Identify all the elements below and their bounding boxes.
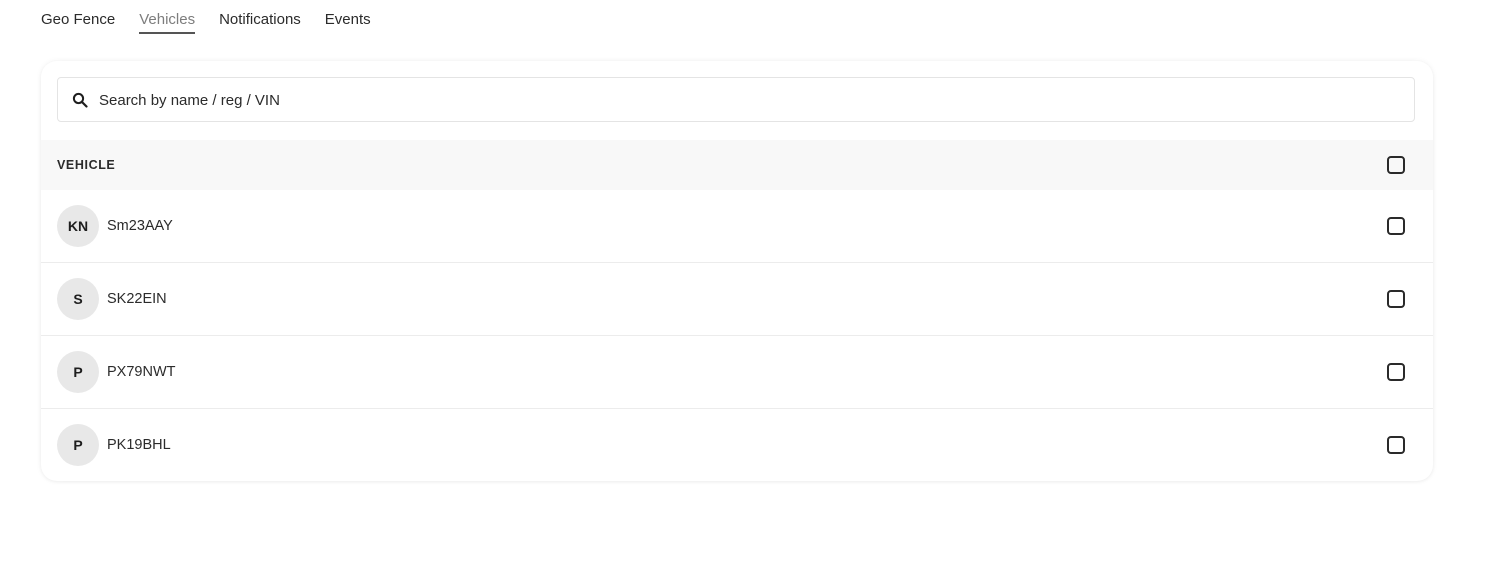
table-row[interactable]: P PX79NWT bbox=[41, 336, 1433, 409]
row-checkbox[interactable] bbox=[1387, 217, 1405, 235]
row-checkbox[interactable] bbox=[1387, 436, 1405, 454]
search-icon bbox=[71, 91, 89, 109]
tab-vehicles[interactable]: Vehicles bbox=[139, 0, 196, 34]
avatar: P bbox=[57, 424, 99, 466]
table-header: VEHICLE bbox=[41, 140, 1433, 190]
table-row[interactable]: KN Sm23AAY bbox=[41, 190, 1433, 263]
search-input[interactable] bbox=[99, 92, 1299, 109]
vehicle-name: PX79NWT bbox=[107, 364, 176, 380]
avatar: KN bbox=[57, 205, 99, 247]
vehicles-card: VEHICLE KN Sm23AAY S SK22EIN P PX79NWT P… bbox=[41, 61, 1433, 481]
table-row[interactable]: S SK22EIN bbox=[41, 263, 1433, 336]
search-box bbox=[57, 77, 1415, 122]
vehicle-column-header: VEHICLE bbox=[57, 158, 116, 172]
avatar: P bbox=[57, 351, 99, 393]
tab-notifications[interactable]: Notifications bbox=[219, 0, 301, 34]
row-checkbox[interactable] bbox=[1387, 290, 1405, 308]
tab-events[interactable]: Events bbox=[325, 0, 371, 34]
vehicle-name: SK22EIN bbox=[107, 291, 167, 307]
vehicle-name: Sm23AAY bbox=[107, 218, 173, 234]
vehicle-list: KN Sm23AAY S SK22EIN P PX79NWT P PK19BHL bbox=[41, 190, 1433, 481]
avatar: S bbox=[57, 278, 99, 320]
row-checkbox[interactable] bbox=[1387, 363, 1405, 381]
table-row[interactable]: P PK19BHL bbox=[41, 409, 1433, 481]
tab-bar: Geo Fence Vehicles Notifications Events bbox=[41, 0, 395, 44]
select-all-checkbox[interactable] bbox=[1387, 156, 1405, 174]
tab-geo-fence[interactable]: Geo Fence bbox=[41, 0, 115, 34]
vehicle-name: PK19BHL bbox=[107, 437, 171, 453]
